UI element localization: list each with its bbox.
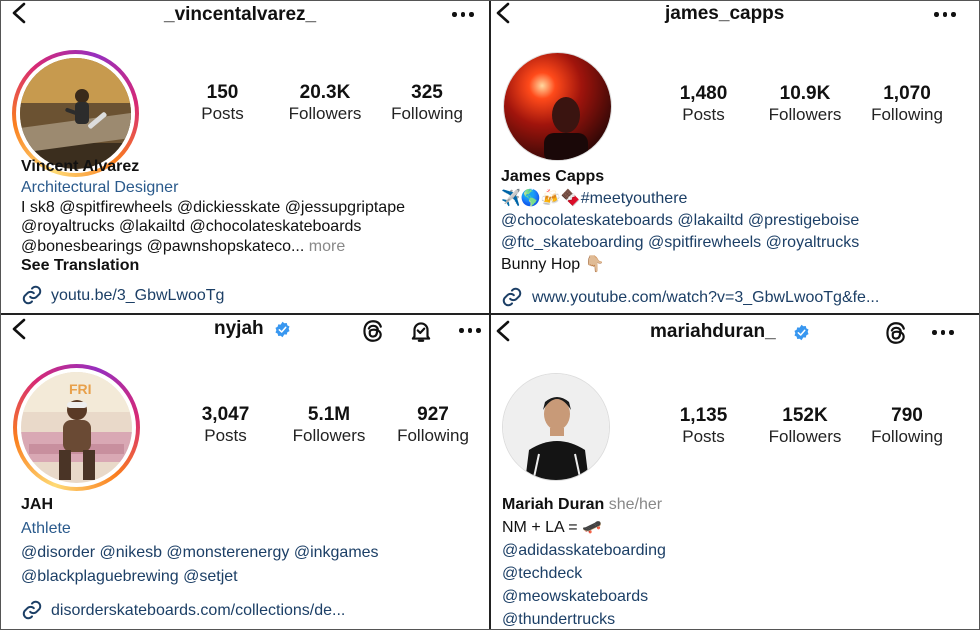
stat-value: 1,070 [883, 83, 931, 104]
profile-category: Architectural Designer [21, 179, 179, 196]
bio-line: NM + LA = 🛹 [502, 519, 602, 536]
profile-name: Vincent Alvarez [21, 158, 140, 175]
profile-link[interactable]: youtu.be/3_GbwLwooTg [51, 286, 224, 305]
profile-panel-nyjah: nyjah FRI 3,047 Posts 5.1M Followers 927… [0, 315, 489, 630]
threads-icon[interactable] [360, 318, 386, 344]
stat-label: Posts [204, 425, 247, 445]
bio-mentions: @chocolateskateboards @lakailtd @prestig… [501, 212, 860, 229]
stat-label: Posts [682, 426, 725, 446]
bio-mention[interactable]: @adidasskateboarding [502, 541, 666, 560]
link-icon [502, 287, 522, 307]
bio-line: I sk8 @spitfirewheels @dickiesskate @jes… [21, 199, 405, 216]
more-dots-icon[interactable] [452, 12, 474, 17]
avatar[interactable]: FRI [13, 364, 140, 491]
bio-mention[interactable]: @techdeck [502, 564, 582, 583]
stat-label: Following [871, 426, 943, 446]
back-chevron-icon[interactable] [494, 2, 512, 24]
username-header: _vincentalvarez_ [164, 4, 317, 25]
stat-value: 5.1M [307, 404, 351, 425]
more-dots-icon[interactable] [932, 330, 954, 335]
stat-label: Following [871, 104, 943, 124]
stat-label: Followers [768, 426, 842, 446]
stat-following[interactable]: 325 Following [383, 82, 471, 124]
back-chevron-icon[interactable] [10, 2, 28, 24]
profile-panel-mariah: mariahduran_ 1,135 Posts 152K Followers … [491, 315, 980, 630]
back-chevron-icon[interactable] [494, 320, 512, 342]
bio-mentions: @ftc_skateboarding @spitfirewheels @roya… [501, 234, 860, 251]
stat-value: 325 [411, 82, 443, 103]
stat-label: Following [391, 103, 463, 123]
bio-mentions: @disorder @nikesb @monsterenergy @inkgam… [21, 544, 379, 561]
profile-name: JAH [21, 496, 54, 513]
stat-followers[interactable]: 20.3K Followers [280, 82, 370, 124]
verified-badge-icon [794, 324, 809, 341]
profile-name: James Capps [501, 168, 605, 185]
stat-following[interactable]: 927 Following [388, 404, 478, 446]
link-icon [22, 600, 42, 620]
stat-followers[interactable]: 10.9K Followers [759, 83, 851, 125]
stat-value: 152K [782, 405, 828, 426]
bio-line: @royaltrucks @lakailtd @chocolateskatebo… [21, 218, 362, 235]
bio-line: Bunny Hop 👇🏼 [501, 256, 605, 273]
avatar[interactable] [502, 373, 610, 481]
verified-badge-icon [275, 321, 290, 338]
more-dots-icon[interactable] [459, 328, 481, 333]
stat-label: Followers [288, 103, 362, 123]
stat-value: 1,480 [679, 83, 728, 104]
bio-hashtag[interactable]: #meetyouthere [581, 190, 688, 207]
more-dots-icon[interactable] [934, 12, 956, 17]
bio-line: @bonesbearings @pawnshopskateco... more [21, 237, 345, 256]
profile-category: Athlete [21, 520, 71, 537]
stat-following[interactable]: 1,070 Following [861, 83, 953, 125]
more-link[interactable]: more [309, 238, 345, 255]
stat-posts[interactable]: 150 Posts [180, 82, 265, 124]
see-translation-link[interactable]: See Translation [21, 256, 139, 275]
stat-label: Posts [201, 103, 244, 123]
svg-text:FRI: FRI [69, 381, 92, 397]
bio-mentions: @bonesbearings @pawnshopskateco... [21, 238, 305, 255]
avatar[interactable] [503, 52, 612, 161]
profile-link[interactable]: disorderskateboards.com/collections/de..… [51, 601, 345, 620]
bio-mention[interactable]: @thundertrucks [502, 610, 615, 629]
bio-mentions: @blackplaguebrewing @setjet [21, 568, 238, 585]
stat-label: Followers [768, 104, 842, 124]
threads-icon[interactable] [883, 320, 909, 346]
stat-posts[interactable]: 1,135 Posts [661, 405, 746, 447]
back-chevron-icon[interactable] [10, 318, 28, 340]
username-header: nyjah [214, 318, 264, 339]
profile-name-text: Mariah Duran [502, 496, 605, 513]
profile-panel-vincent: _vincentalvarez_ 150 Posts 20.3K Followe… [0, 0, 489, 313]
stat-following[interactable]: 790 Following [861, 405, 953, 447]
stat-followers[interactable]: 152K Followers [760, 405, 850, 447]
stat-posts[interactable]: 1,480 Posts [661, 83, 746, 125]
pronouns: she/her [608, 496, 663, 513]
panel-divider-vertical [489, 0, 491, 630]
profile-name: Mariah Duran she/her [502, 495, 662, 514]
username-header: mariahduran_ [650, 321, 776, 342]
stat-value: 3,047 [201, 404, 250, 425]
stat-value: 20.3K [299, 82, 351, 103]
profile-link[interactable]: www.youtube.com/watch?v=3_GbwLwooTg&fe..… [532, 288, 879, 307]
stat-followers[interactable]: 5.1M Followers [284, 404, 374, 446]
stat-value: 10.9K [779, 83, 831, 104]
stat-value: 1,135 [679, 405, 728, 426]
notification-bell-icon[interactable] [408, 318, 434, 344]
stat-value: 790 [891, 405, 923, 426]
username-header: james_capps [665, 3, 785, 24]
stat-value: 927 [417, 404, 449, 425]
stat-value: 150 [206, 82, 239, 103]
bio-line: ✈️🌎🍻🍫#meetyouthere [501, 189, 687, 208]
panel-divider-horizontal [0, 313, 980, 315]
profile-panel-james: james_capps 1,480 Posts 10.9K Followers … [491, 0, 980, 313]
stat-label: Posts [682, 104, 725, 124]
stat-label: Followers [292, 425, 366, 445]
stat-posts[interactable]: 3,047 Posts [183, 404, 268, 446]
bio-mention[interactable]: @meowskateboards [502, 587, 648, 606]
link-icon [22, 285, 42, 305]
bio-emoji: ✈️🌎🍻🍫 [501, 190, 581, 207]
stat-label: Following [397, 425, 469, 445]
